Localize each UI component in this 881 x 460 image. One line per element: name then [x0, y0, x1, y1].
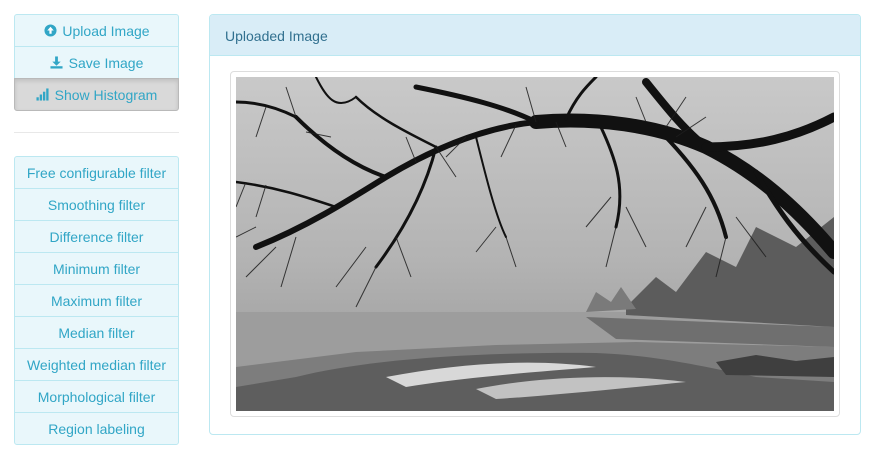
circle-arrow-up-icon [43, 24, 57, 38]
save-image-button[interactable]: Save Image [14, 46, 179, 79]
show-histogram-label: Show Histogram [54, 86, 158, 103]
filter-morphological-button[interactable]: Morphological filter [14, 380, 179, 413]
sidebar-divider [14, 132, 179, 133]
filter-difference-button[interactable]: Difference filter [14, 220, 179, 253]
image-thumbnail [230, 71, 840, 417]
upload-image-button[interactable]: Upload Image [14, 14, 179, 47]
uploaded-image [236, 77, 834, 411]
filter-maximum-button[interactable]: Maximum filter [14, 284, 179, 317]
show-histogram-button[interactable]: Show Histogram [14, 78, 179, 111]
filter-weighted-median-button[interactable]: Weighted median filter [14, 348, 179, 381]
filter-median-button[interactable]: Median filter [14, 316, 179, 349]
filter-smoothing-button[interactable]: Smoothing filter [14, 188, 179, 221]
uploaded-image-panel: Uploaded Image [209, 14, 861, 435]
image-actions: Upload Image Save Image Show Histogram [14, 14, 179, 111]
filter-list: Free configurable filter Smoothing filte… [14, 156, 179, 445]
save-image-label: Save Image [68, 54, 144, 71]
bar-chart-icon [36, 88, 50, 102]
filter-free-configurable-button[interactable]: Free configurable filter [14, 156, 179, 189]
filter-region-labeling-button[interactable]: Region labeling [14, 412, 179, 445]
filter-minimum-button[interactable]: Minimum filter [14, 252, 179, 285]
upload-image-label: Upload Image [62, 22, 150, 39]
download-icon [50, 56, 64, 70]
panel-title: Uploaded Image [210, 15, 860, 56]
